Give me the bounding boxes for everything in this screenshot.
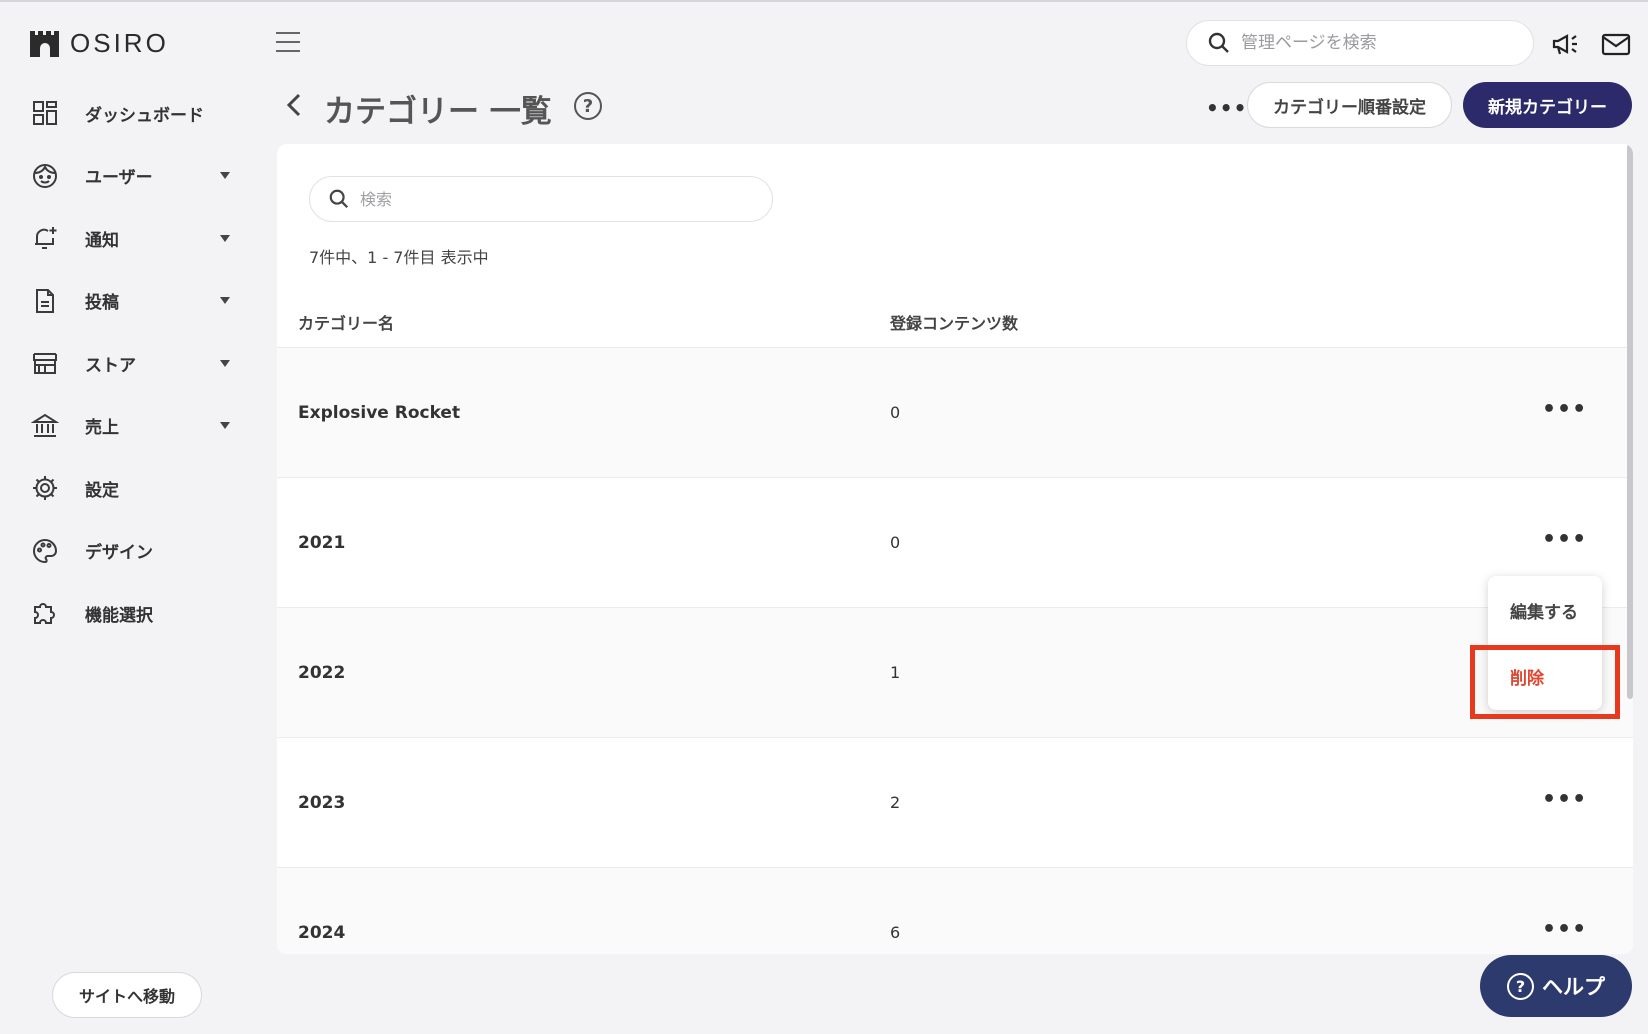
- help-question-icon: ?: [1507, 972, 1534, 1000]
- sidebar-item-store[interactable]: ストア: [0, 332, 260, 395]
- chevron-down-icon[interactable]: [220, 172, 230, 180]
- palette-icon: [30, 536, 60, 566]
- edit-menu-item[interactable]: 編集する: [1510, 598, 1578, 623]
- category-name: 2021: [298, 533, 346, 553]
- chevron-down-icon[interactable]: [220, 297, 230, 305]
- category-search-input[interactable]: [360, 189, 760, 209]
- sidebar-item-label: ユーザー: [85, 168, 153, 189]
- more-options-button[interactable]: •••: [1206, 96, 1247, 120]
- dashboard-icon: [30, 98, 60, 128]
- sidebar-item-users[interactable]: ユーザー: [0, 145, 260, 208]
- scrollbar[interactable]: [1627, 144, 1633, 699]
- sidebar-item-label: 売上: [85, 418, 119, 439]
- table-header: カテゴリー名 登録コンテンツ数: [277, 292, 1633, 348]
- new-category-button[interactable]: 新規カテゴリー: [1463, 82, 1632, 128]
- table-row[interactable]: 2023 2 •••: [277, 738, 1633, 868]
- help-button[interactable]: ? ヘルプ: [1480, 955, 1632, 1017]
- search-icon: [329, 189, 349, 209]
- sidebar-item-notifications[interactable]: 通知: [0, 207, 260, 270]
- sidebar-item-features[interactable]: 機能選択: [0, 582, 260, 645]
- chevron-down-icon[interactable]: [220, 359, 230, 367]
- gear-icon: [30, 473, 60, 503]
- column-header-name[interactable]: カテゴリー名: [298, 310, 394, 334]
- document-icon: [30, 286, 60, 316]
- sidebar-item-label: 機能選択: [85, 605, 153, 626]
- content-count: 0: [890, 533, 901, 552]
- row-menu-button[interactable]: •••: [1542, 917, 1587, 942]
- user-face-icon: [30, 161, 60, 191]
- brand-logo[interactable]: OSIRO: [28, 28, 169, 59]
- mail-icon[interactable]: [1600, 30, 1632, 58]
- category-name: 2024: [298, 923, 346, 943]
- bank-icon: [30, 411, 60, 441]
- sidebar-item-settings[interactable]: 設定: [0, 457, 260, 520]
- castle-logo-icon: [30, 30, 59, 57]
- menu-toggle-icon[interactable]: [276, 32, 300, 54]
- help-question-icon[interactable]: ?: [574, 92, 602, 120]
- chevron-down-icon[interactable]: [220, 234, 230, 242]
- delete-highlight-box: [1470, 645, 1620, 719]
- content-count: 1: [890, 663, 901, 682]
- category-name: Explosive Rocket: [298, 403, 461, 423]
- sidebar: OSIRO ダッシュボード ユーザー 通知 投稿 ストア 売上 設定 デザイン …: [0, 2, 260, 1034]
- sidebar-item-label: 通知: [85, 230, 119, 251]
- sidebar-item-label: ダッシュボード: [85, 105, 204, 126]
- sidebar-item-label: デザイン: [85, 543, 153, 564]
- megaphone-icon[interactable]: [1550, 30, 1582, 58]
- content-count: 0: [890, 403, 901, 422]
- sidebar-nav: ダッシュボード ユーザー 通知 投稿 ストア 売上 設定 デザイン 機能選択: [0, 82, 260, 645]
- sidebar-item-posts[interactable]: 投稿: [0, 270, 260, 333]
- table-row[interactable]: 2022 1: [277, 608, 1633, 738]
- category-order-button[interactable]: カテゴリー順番設定: [1247, 82, 1452, 128]
- admin-search-bar: [1186, 20, 1534, 66]
- result-count: 7件中、1 - 7件目 表示中: [309, 248, 489, 267]
- category-name: 2022: [298, 663, 346, 683]
- row-menu-button[interactable]: •••: [1542, 397, 1587, 422]
- column-header-count[interactable]: 登録コンテンツ数: [890, 310, 1018, 334]
- row-menu-button[interactable]: •••: [1542, 787, 1587, 812]
- category-list-card: 7件中、1 - 7件目 表示中 カテゴリー名 登録コンテンツ数 Explosiv…: [277, 144, 1633, 954]
- sidebar-item-design[interactable]: デザイン: [0, 520, 260, 583]
- puzzle-icon: [30, 598, 60, 628]
- category-search-bar: [309, 176, 773, 222]
- table-body: Explosive Rocket 0 ••• 2021 0 ••• 2022 1…: [277, 348, 1633, 954]
- search-icon: [1208, 32, 1229, 53]
- table-row[interactable]: 2024 6 •••: [277, 868, 1633, 954]
- table-row[interactable]: 2021 0 •••: [277, 478, 1633, 608]
- bell-plus-icon: [30, 223, 60, 253]
- chevron-down-icon[interactable]: [220, 422, 230, 430]
- content-count: 2: [890, 793, 901, 812]
- brand-name: OSIRO: [70, 28, 169, 58]
- sidebar-item-sales[interactable]: 売上: [0, 395, 260, 458]
- store-icon: [30, 348, 60, 378]
- sidebar-item-label: 投稿: [85, 293, 119, 314]
- sidebar-item-label: 設定: [85, 480, 119, 501]
- page-title: カテゴリー 一覧: [324, 94, 552, 130]
- back-chevron-icon[interactable]: [284, 90, 304, 120]
- go-to-site-button[interactable]: サイトへ移動: [52, 972, 202, 1018]
- content-count: 6: [890, 923, 901, 942]
- help-label: ヘルプ: [1542, 975, 1605, 999]
- sidebar-item-dashboard[interactable]: ダッシュボード: [0, 82, 260, 145]
- category-name: 2023: [298, 793, 346, 813]
- row-menu-button[interactable]: •••: [1542, 527, 1587, 552]
- table-row[interactable]: Explosive Rocket 0 •••: [277, 348, 1633, 478]
- admin-search-input[interactable]: [1241, 33, 1521, 53]
- sidebar-item-label: ストア: [85, 355, 136, 376]
